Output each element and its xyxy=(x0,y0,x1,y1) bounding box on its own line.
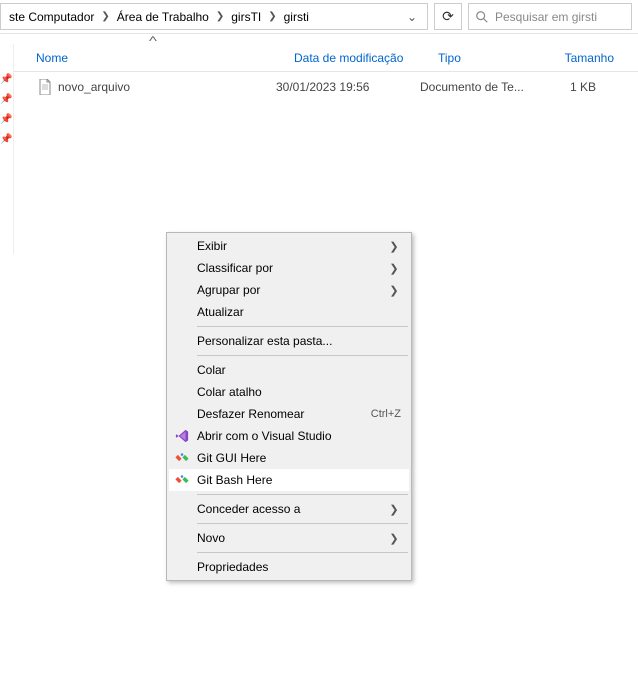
menu-item-properties[interactable]: Propriedades xyxy=(169,556,409,578)
chevron-right-icon: ❯ xyxy=(387,532,401,545)
menu-item-undo-rename[interactable]: Desfazer Renomear Ctrl+Z xyxy=(169,403,409,425)
menu-separator xyxy=(197,552,408,553)
pin-icon[interactable]: 📌 xyxy=(2,94,12,104)
git-icon xyxy=(169,451,195,465)
search-icon xyxy=(475,10,489,24)
menu-label: Atualizar xyxy=(195,305,401,319)
menu-label: Colar xyxy=(195,363,401,377)
chevron-right-icon: ❯ xyxy=(387,503,401,516)
menu-label: Abrir com o Visual Studio xyxy=(195,429,401,443)
refresh-icon: ⟳ xyxy=(442,8,454,25)
menu-separator xyxy=(197,523,408,524)
menu-label: Personalizar esta pasta... xyxy=(195,334,401,348)
menu-item-paste[interactable]: Colar xyxy=(169,359,409,381)
menu-item-view[interactable]: Exibir ❯ xyxy=(169,235,409,257)
file-list: novo_arquivo 30/01/2023 19:56 Documento … xyxy=(0,72,638,98)
menu-label: Exibir xyxy=(195,239,387,253)
chevron-right-icon: ❯ xyxy=(96,11,114,22)
menu-item-git-gui[interactable]: Git GUI Here xyxy=(169,447,409,469)
menu-label: Novo xyxy=(195,531,387,545)
git-icon xyxy=(169,473,195,487)
file-type: Documento de Te... xyxy=(416,80,536,94)
address-bar[interactable]: ste Computador ❯ Área de Trabalho ❯ girs… xyxy=(0,3,428,30)
pin-icon[interactable]: 📌 xyxy=(2,114,12,124)
menu-label: Git GUI Here xyxy=(195,451,401,465)
menu-item-grant-access[interactable]: Conceder acesso a ❯ xyxy=(169,498,409,520)
menu-item-group-by[interactable]: Agrupar por ❯ xyxy=(169,279,409,301)
column-header-type[interactable]: Tipo xyxy=(434,51,554,65)
text-file-icon xyxy=(36,78,54,96)
menu-label: Desfazer Renomear xyxy=(195,407,371,421)
menu-shortcut: Ctrl+Z xyxy=(371,408,401,420)
breadcrumb-item[interactable]: Área de Trabalho xyxy=(115,10,211,24)
chevron-right-icon: ❯ xyxy=(211,11,229,22)
column-header-date[interactable]: Data de modificação xyxy=(290,51,434,65)
menu-label: Classificar por xyxy=(195,261,387,275)
file-date: 30/01/2023 19:56 xyxy=(272,80,416,94)
menu-item-customize-folder[interactable]: Personalizar esta pasta... xyxy=(169,330,409,352)
chevron-down-icon[interactable]: ⌄ xyxy=(403,10,421,24)
visual-studio-icon xyxy=(169,429,195,443)
chevron-right-icon: ❯ xyxy=(263,11,281,22)
chevron-right-icon: ❯ xyxy=(387,262,401,275)
menu-item-new[interactable]: Novo ❯ xyxy=(169,527,409,549)
column-header-row: Nome Data de modificação Tipo Tamanho xyxy=(0,44,638,72)
search-placeholder: Pesquisar em girsti xyxy=(495,10,625,24)
file-row[interactable]: novo_arquivo 30/01/2023 19:56 Documento … xyxy=(0,76,638,98)
file-size: 1 KB xyxy=(536,80,600,94)
pin-icon[interactable]: 📌 xyxy=(2,74,12,84)
menu-label: Agrupar por xyxy=(195,283,387,297)
menu-item-paste-shortcut[interactable]: Colar atalho xyxy=(169,381,409,403)
menu-item-refresh[interactable]: Atualizar xyxy=(169,301,409,323)
menu-item-sort-by[interactable]: Classificar por ❯ xyxy=(169,257,409,279)
menu-separator xyxy=(197,355,408,356)
chevron-right-icon: ❯ xyxy=(387,284,401,297)
column-header-name[interactable]: Nome xyxy=(32,51,290,65)
menu-item-open-visual-studio[interactable]: Abrir com o Visual Studio xyxy=(169,425,409,447)
sort-indicator-row: ˄ xyxy=(0,34,638,44)
breadcrumb-item[interactable]: girsti xyxy=(282,10,311,24)
search-input[interactable]: Pesquisar em girsti xyxy=(468,3,632,30)
chevron-right-icon: ❯ xyxy=(387,240,401,253)
toolbar: ste Computador ❯ Área de Trabalho ❯ girs… xyxy=(0,0,638,34)
menu-label: Colar atalho xyxy=(195,385,401,399)
menu-separator xyxy=(197,494,408,495)
menu-label: Propriedades xyxy=(195,560,401,574)
menu-separator xyxy=(197,326,408,327)
sort-ascending-icon: ˄ xyxy=(148,34,157,45)
breadcrumb-item[interactable]: ste Computador xyxy=(7,10,96,24)
breadcrumb-item[interactable]: girsTI xyxy=(229,10,263,24)
menu-label: Conceder acesso a xyxy=(195,502,387,516)
menu-label: Git Bash Here xyxy=(195,473,401,487)
pin-icon[interactable]: 📌 xyxy=(2,134,12,144)
quick-access-pins: 📌 📌 📌 📌 xyxy=(0,44,14,254)
menu-item-git-bash[interactable]: Git Bash Here xyxy=(169,469,409,491)
column-header-size[interactable]: Tamanho xyxy=(554,51,618,65)
context-menu: Exibir ❯ Classificar por ❯ Agrupar por ❯… xyxy=(166,232,412,581)
file-name: novo_arquivo xyxy=(58,80,130,94)
refresh-button[interactable]: ⟳ xyxy=(434,3,462,30)
